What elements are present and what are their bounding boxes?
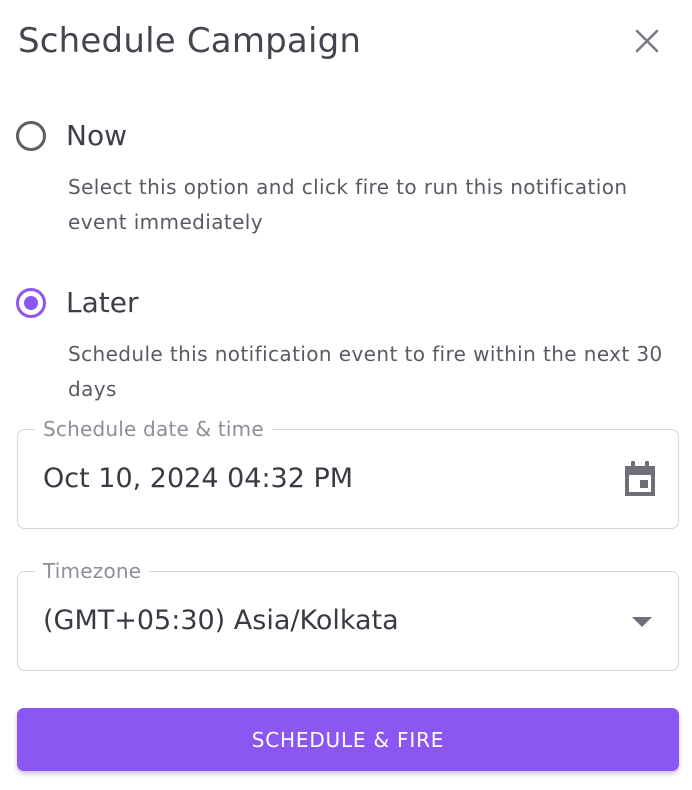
schedule-date-label: Schedule date & time <box>35 416 272 442</box>
calendar-icon[interactable] <box>622 460 658 498</box>
dialog-title: Schedule Campaign <box>18 21 362 61</box>
chevron-down-icon[interactable] <box>631 616 653 628</box>
radio-selected-dot <box>24 296 38 310</box>
now-description: Select this option and click fire to run… <box>68 175 628 234</box>
later-label[interactable]: Later <box>66 285 138 321</box>
timezone-value[interactable]: (GMT+05:30) Asia/Kolkata <box>43 603 399 639</box>
close-icon[interactable] <box>632 26 662 56</box>
schedule-date-field[interactable]: Schedule date & time Oct 10, 2024 04:32 … <box>17 416 679 529</box>
schedule-date-value[interactable]: Oct 10, 2024 04:32 PM <box>43 461 353 497</box>
timezone-label: Timezone <box>35 558 150 584</box>
schedule-fire-button[interactable]: SCHEDULE & FIRE <box>17 708 679 771</box>
later-description: Schedule this notification event to fire… <box>68 342 663 401</box>
now-radio[interactable] <box>16 121 46 151</box>
timezone-select[interactable]: Timezone (GMT+05:30) Asia/Kolkata <box>17 558 679 671</box>
later-radio[interactable] <box>16 288 46 318</box>
now-label[interactable]: Now <box>66 118 127 154</box>
schedule-campaign-dialog: Schedule Campaign Now Select this option… <box>0 0 692 790</box>
